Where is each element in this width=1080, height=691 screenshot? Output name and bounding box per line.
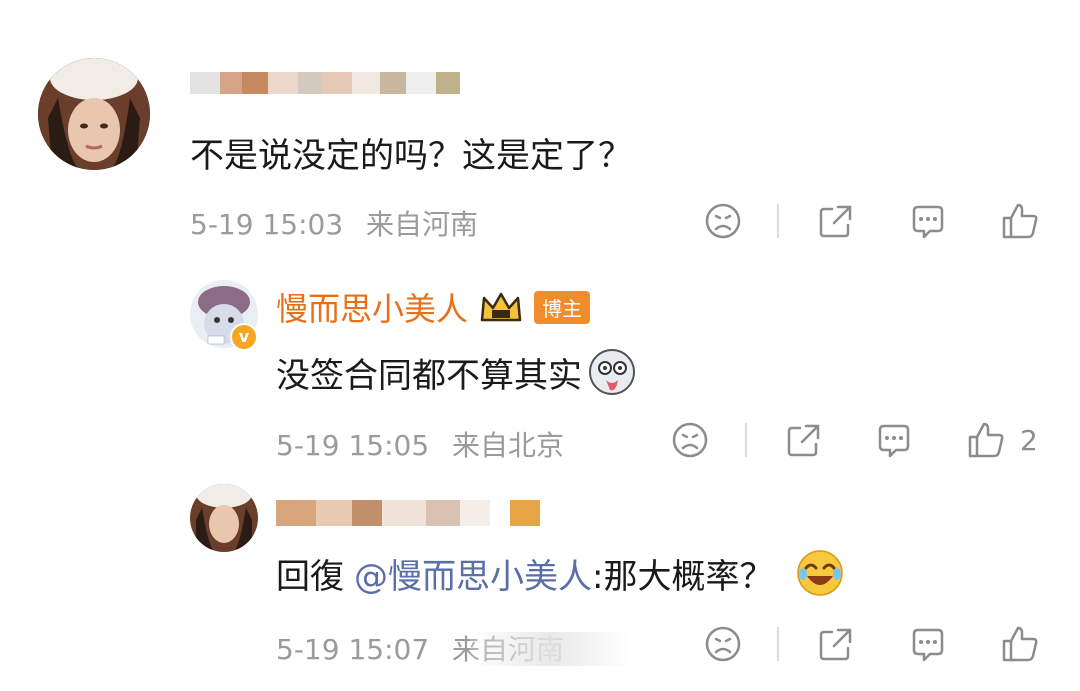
avatar-photo [190, 484, 258, 552]
like-count: 2 [1020, 423, 1038, 457]
avatar[interactable] [190, 484, 258, 552]
share-icon [819, 205, 852, 238]
avatar-photo [38, 58, 150, 170]
divider [745, 423, 747, 457]
like-button[interactable] [1000, 201, 1040, 245]
dislike-button[interactable] [703, 624, 743, 668]
comment-text-body: 没签合同都不算其实 [276, 355, 582, 396]
username-row: 慢而思小美人 博主 [276, 284, 591, 330]
sad-face-icon [705, 203, 741, 239]
comment-meta: 5-19 15:03 来自河南 [190, 203, 478, 243]
husky-emoji-icon [589, 349, 635, 395]
location: 来自河南 [366, 208, 479, 241]
like-button[interactable]: 2 [966, 420, 1038, 460]
crown-icon [480, 292, 522, 322]
thumbs-up-icon [1002, 203, 1038, 239]
reply-button[interactable] [908, 201, 948, 245]
username-blurred[interactable] [276, 500, 556, 526]
host-badge: 博主 [534, 290, 591, 324]
share-button[interactable] [816, 624, 856, 668]
reply-prefix: 回復 [276, 556, 344, 597]
thumbs-up-icon [968, 422, 1004, 458]
watermark [470, 632, 630, 666]
comment-icon [912, 205, 944, 239]
username-blurred[interactable] [190, 72, 480, 94]
timestamp: 5-19 15:03 [190, 208, 344, 241]
comment-text: 不是说没定的吗？这是定了？ [190, 136, 632, 176]
comment-text: 回復 @慢而思小美人 :那大概率？ [276, 548, 845, 598]
timestamp: 5-19 15:07 [276, 633, 430, 666]
comment-text: 没签合同都不算其实 [276, 346, 638, 398]
comment-icon [912, 628, 944, 662]
avatar[interactable] [38, 58, 150, 170]
reply-button[interactable] [874, 420, 914, 464]
share-button[interactable] [816, 201, 856, 245]
dislike-button[interactable] [670, 420, 710, 464]
divider [777, 627, 779, 661]
timestamp: 5-19 15:05 [276, 429, 430, 462]
share-button[interactable] [784, 420, 824, 464]
mention-link[interactable]: @慢而思小美人 [354, 549, 592, 598]
dislike-button[interactable] [703, 201, 743, 245]
username[interactable]: 慢而思小美人 [276, 284, 468, 330]
location: 来自北京 [452, 429, 565, 462]
sad-face-icon [705, 626, 741, 662]
reply-button[interactable] [908, 624, 948, 668]
share-icon [787, 424, 820, 457]
laughing-emoji-icon [797, 550, 844, 596]
reply-body: :那大概率？ [592, 556, 774, 597]
comment-meta: 5-19 15:05 来自北京 [276, 424, 564, 464]
comment-icon [878, 424, 910, 458]
sad-face-icon [672, 422, 708, 458]
like-button[interactable] [1000, 624, 1040, 668]
divider [777, 204, 779, 238]
verified-badge-icon: v [230, 323, 258, 351]
thumbs-up-icon [1002, 626, 1038, 662]
share-icon [819, 628, 852, 661]
